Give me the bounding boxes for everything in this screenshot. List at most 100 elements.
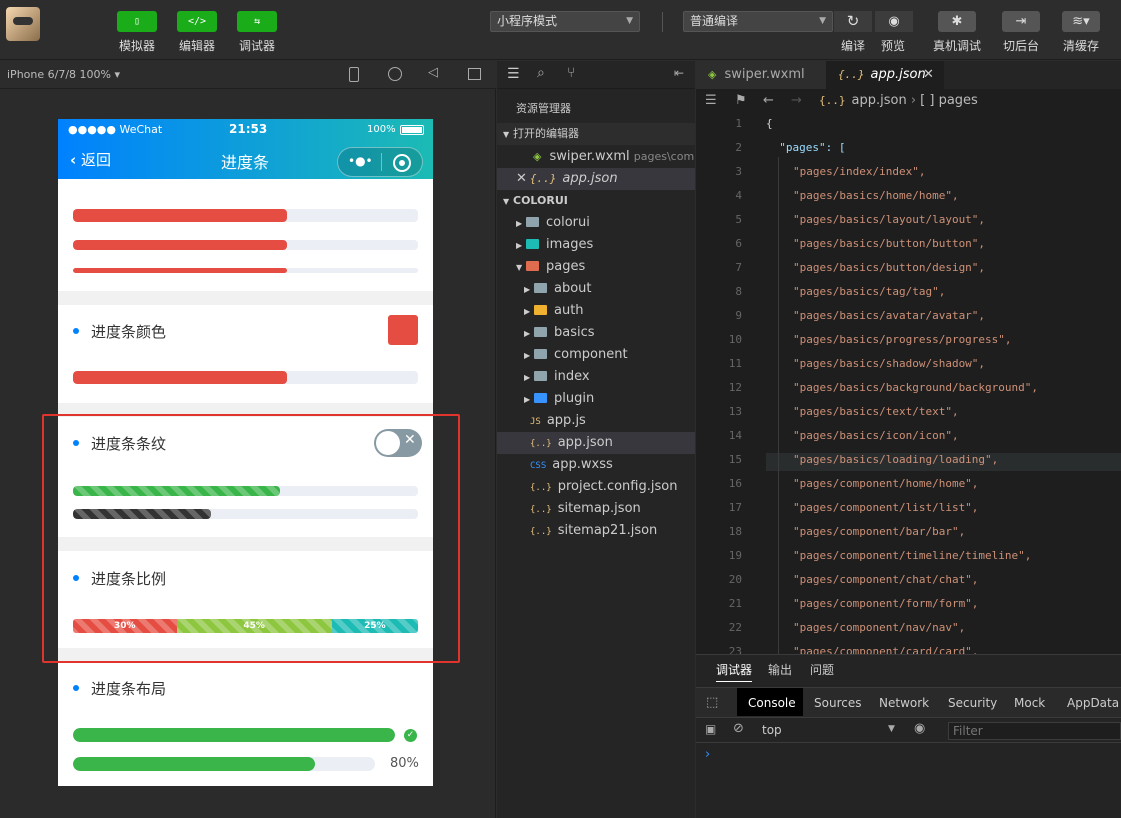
- close-icon[interactable]: ✕: [516, 171, 527, 186]
- tree-item[interactable]: ▶ colorui: [497, 212, 695, 234]
- code-line[interactable]: "pages/component/nav/nav",: [793, 621, 965, 634]
- code-line[interactable]: "pages/component/form/form",: [793, 597, 978, 610]
- volume-icon[interactable]: ◁: [428, 65, 438, 80]
- bookmark-icon[interactable]: ⚑: [735, 89, 747, 113]
- arrow-left-icon[interactable]: ←: [763, 89, 774, 113]
- code-line[interactable]: "pages/basics/button/button",: [793, 237, 985, 250]
- project-header[interactable]: ▼ COLORUI: [497, 190, 695, 212]
- tab-app-json[interactable]: {..} app.json ✕: [826, 61, 944, 89]
- code-line[interactable]: "pages/basics/shadow/shadow",: [793, 357, 985, 370]
- open-editors-header[interactable]: ▼ 打开的编辑器: [497, 123, 695, 145]
- panel-tab-debugger[interactable]: 调试器: [716, 661, 753, 682]
- clear-cache-button[interactable]: ≋▾: [1062, 11, 1100, 32]
- code-line[interactable]: "pages/basics/layout/layout",: [793, 213, 985, 226]
- folder-icon: [534, 349, 547, 359]
- arrow-right-icon[interactable]: →: [791, 89, 802, 113]
- close-tab-icon[interactable]: ✕: [923, 61, 934, 89]
- code-line[interactable]: "pages/component/timeline/timeline",: [793, 549, 1031, 562]
- tree-item[interactable]: {..} sitemap21.json: [497, 520, 695, 542]
- compile-mode-select[interactable]: 普通编译 ▼: [683, 11, 833, 32]
- preview-button[interactable]: ◉: [875, 11, 913, 32]
- inspect-element-icon[interactable]: ⬚: [706, 695, 718, 710]
- line-number: 9: [735, 309, 742, 322]
- code-line[interactable]: {: [766, 117, 773, 130]
- more-dots-icon[interactable]: •●•: [348, 154, 373, 168]
- file-explorer: ☰ ⌕ ⑂ ⇤ 资源管理器 ▼ 打开的编辑器 ◈ swiper.wxml pages…: [497, 61, 695, 818]
- collapse-panel-icon[interactable]: ⇤: [674, 66, 684, 80]
- device-select[interactable]: iPhone 6/7/8 100% ▾: [7, 68, 120, 81]
- line-number: 6: [735, 237, 742, 250]
- search-icon[interactable]: ⌕: [537, 65, 545, 81]
- tree-item-label: app.js: [546, 413, 586, 428]
- tree-item[interactable]: CSS app.wxss: [497, 454, 695, 476]
- window-icon[interactable]: [468, 68, 481, 80]
- tree-item[interactable]: ▶ images: [497, 234, 695, 256]
- tree-item[interactable]: ▶ about: [497, 278, 695, 300]
- clear-console-icon[interactable]: ⊘: [733, 721, 744, 736]
- console-prompt[interactable]: ›: [705, 747, 710, 762]
- tree-item[interactable]: JS app.js: [497, 410, 695, 432]
- panel-tab-problems[interactable]: 问题: [810, 661, 834, 678]
- devtools-tab-security[interactable]: Security: [948, 696, 997, 710]
- sidebar-toggle-icon[interactable]: ▣: [705, 722, 716, 736]
- back-button[interactable]: ‹ 返回: [70, 149, 111, 170]
- tree-item[interactable]: {..} project.config.json: [497, 476, 695, 498]
- eye-icon[interactable]: ◉: [914, 721, 925, 736]
- open-editor-item-active[interactable]: ✕ {..} app.json: [497, 168, 695, 190]
- home-icon[interactable]: [388, 67, 402, 81]
- list-icon[interactable]: ☰: [705, 89, 717, 113]
- breadcrumb-file[interactable]: {..} app.json › [ ] pages: [819, 89, 978, 113]
- panel-tab-output[interactable]: 输出: [768, 661, 792, 678]
- tree-item[interactable]: ▼ pages: [497, 256, 695, 278]
- user-avatar[interactable]: [6, 7, 40, 41]
- code-line[interactable]: "pages/basics/avatar/avatar",: [793, 309, 985, 322]
- simulator-toggle-button[interactable]: ▯: [117, 11, 157, 32]
- line-number: 17: [728, 501, 742, 514]
- code-line[interactable]: "pages/basics/progress/progress",: [793, 333, 1012, 346]
- devtools-tab-appdata[interactable]: AppData: [1067, 696, 1119, 710]
- remote-debug-button[interactable]: ✱: [938, 11, 976, 32]
- code-line[interactable]: "pages/basics/loading/loading",: [793, 453, 998, 466]
- background-button[interactable]: ⇥: [1002, 11, 1040, 32]
- code-line[interactable]: "pages/basics/background/background",: [793, 381, 1038, 394]
- bug-icon: ✱: [951, 14, 963, 29]
- code-line[interactable]: "pages/component/chat/chat",: [793, 573, 978, 586]
- code-line[interactable]: "pages/component/bar/bar",: [793, 525, 965, 538]
- tree-item[interactable]: ▶ auth: [497, 300, 695, 322]
- code-line[interactable]: "pages/basics/tag/tag",: [793, 285, 945, 298]
- devtools-tab-console[interactable]: Console: [748, 696, 796, 710]
- tree-item[interactable]: {..} sitemap.json: [497, 498, 695, 520]
- close-miniprogram-icon[interactable]: [393, 154, 411, 172]
- tree-item[interactable]: {..} app.json: [497, 432, 695, 454]
- breadcrumb-symbol[interactable]: [ ] pages: [920, 93, 978, 108]
- tree-item[interactable]: ▶ plugin: [497, 388, 695, 410]
- json-file-icon: {..}: [530, 527, 552, 537]
- tab-swiper-wxml[interactable]: ◈ swiper.wxml: [696, 61, 826, 89]
- mode-select[interactable]: 小程序模式 ▼: [490, 11, 640, 32]
- tree-item[interactable]: ▶ basics: [497, 322, 695, 344]
- tree-item[interactable]: ▶ index: [497, 366, 695, 388]
- code-line[interactable]: "pages/basics/button/design",: [793, 261, 985, 274]
- code-line[interactable]: "pages/component/list/list",: [793, 501, 978, 514]
- compile-button[interactable]: ↻: [834, 11, 872, 32]
- code-line[interactable]: "pages/component/home/home",: [793, 477, 978, 490]
- tree-item[interactable]: ▶ component: [497, 344, 695, 366]
- devtools-tab-network[interactable]: Network: [879, 696, 929, 710]
- color-swatch-button[interactable]: [388, 315, 418, 345]
- console-filter-input[interactable]: [948, 722, 1121, 740]
- git-branch-icon[interactable]: ⑂: [567, 65, 575, 81]
- devtools-tab-mock[interactable]: Mock: [1014, 696, 1045, 710]
- editor-toggle-button[interactable]: </>: [177, 11, 217, 32]
- open-editor-item[interactable]: ◈ swiper.wxml pages\com...: [497, 146, 695, 168]
- code-line[interactable]: "pages/basics/icon/icon",: [793, 429, 959, 442]
- debugger-toggle-button[interactable]: ⇆: [237, 11, 277, 32]
- device-rotate-icon[interactable]: [349, 67, 359, 82]
- code-line[interactable]: "pages/basics/home/home",: [793, 189, 959, 202]
- code-line[interactable]: "pages": [: [766, 141, 845, 154]
- files-icon[interactable]: ☰: [507, 66, 520, 82]
- devtools-tab-sources[interactable]: Sources: [814, 696, 861, 710]
- background-label: 切后台: [1003, 39, 1040, 53]
- code-line[interactable]: "pages/basics/text/text",: [793, 405, 959, 418]
- code-line[interactable]: "pages/index/index",: [793, 165, 925, 178]
- context-select[interactable]: top ▼: [762, 723, 898, 737]
